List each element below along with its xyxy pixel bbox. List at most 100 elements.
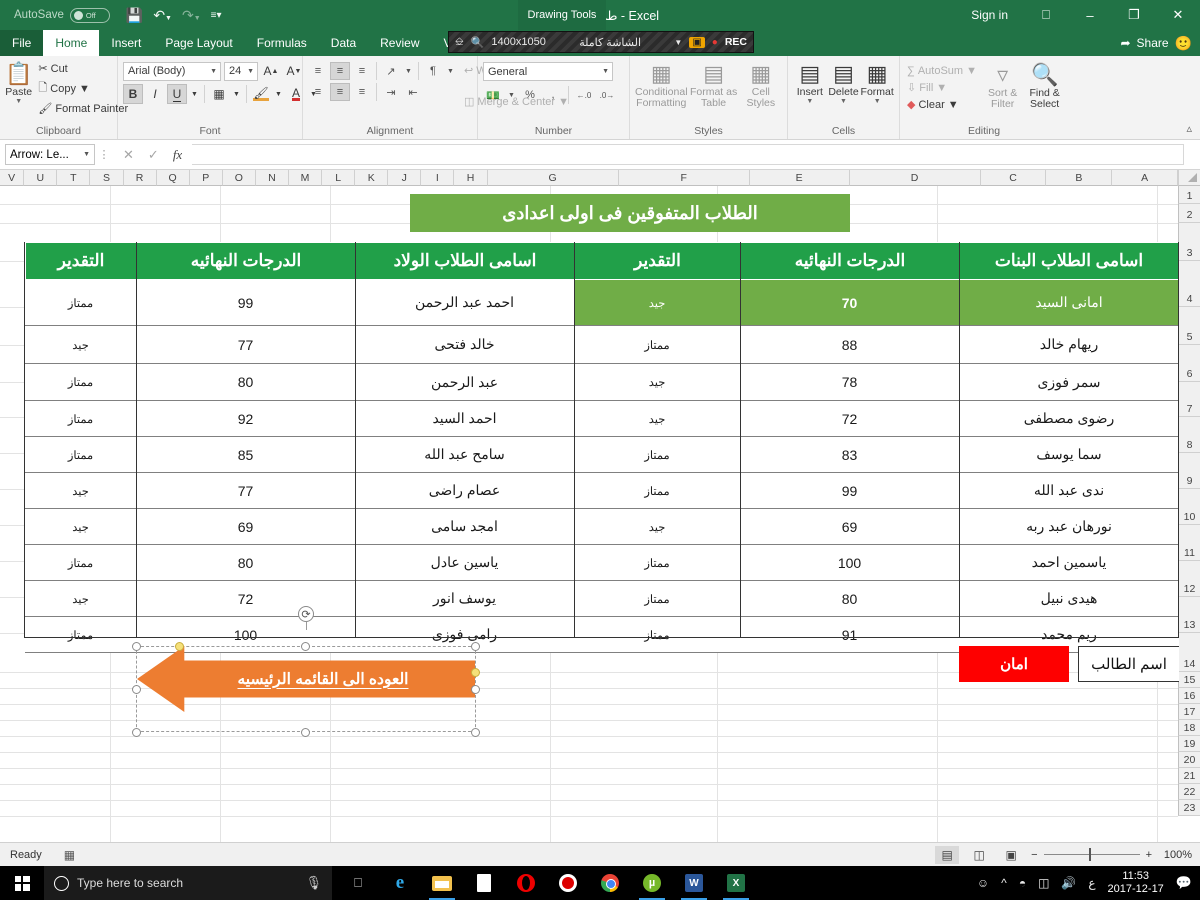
share-button[interactable]: Share [1137, 36, 1169, 50]
chevron-down-icon[interactable]: ▼ [403, 62, 414, 80]
chevron-down-icon[interactable]: ▼ [210, 68, 217, 75]
decrease-decimal-icon[interactable]: .0→ [597, 86, 617, 104]
find-select-button[interactable]: 🔍 Find & Select [1026, 62, 1063, 110]
insert-cells-button[interactable]: ▤ Insert ▼ [793, 61, 827, 106]
chevron-down-icon[interactable]: ▼ [806, 98, 813, 105]
show-hidden-icons-icon[interactable]: ^ [1001, 876, 1007, 890]
cell-boy-score-2[interactable]: 77 [136, 326, 355, 364]
action-center-icon[interactable]: 💬 [1176, 875, 1192, 891]
file-explorer-icon[interactable] [422, 866, 462, 900]
cell-boy-grade-9[interactable]: جيد [25, 581, 136, 617]
cell-girl-name-6[interactable]: ندى عبد الله [959, 473, 1179, 509]
row-header-1[interactable]: 1 [1178, 186, 1200, 204]
cell-boy-grade-3[interactable]: ممتاز [25, 364, 136, 401]
cell-girl-grade-2[interactable]: ممتاز [574, 326, 740, 364]
word-icon[interactable]: W [674, 866, 714, 900]
cell-girl-grade-8[interactable]: ممتاز [574, 545, 740, 581]
chevron-down-icon[interactable]: ▼ [874, 98, 881, 105]
row-header-2[interactable]: 2 [1178, 204, 1200, 223]
cell-boy-score-6[interactable]: 77 [136, 473, 355, 509]
fill-color-button[interactable]: 🖌 [251, 84, 271, 104]
column-header-H[interactable]: H [454, 170, 488, 186]
red-status-cell[interactable]: امان [959, 646, 1069, 682]
cell-boy-score-3[interactable]: 80 [136, 364, 355, 401]
cell-girl-grade-9[interactable]: ممتاز [574, 581, 740, 617]
header-girls-score[interactable]: الدرجات النهائيه [740, 242, 960, 280]
align-center-icon[interactable]: ≡ [330, 83, 350, 101]
chevron-down-icon[interactable]: ▼ [247, 68, 254, 75]
ribbon-display-options-icon[interactable]: ⎕ [1024, 0, 1068, 30]
row-header-14[interactable]: 14 [1178, 633, 1200, 672]
row-header-8[interactable]: 8 [1178, 417, 1200, 453]
record-macro-icon[interactable]: ▦ [64, 848, 75, 862]
align-right-icon[interactable]: ≡ [352, 83, 372, 101]
row-header-15[interactable]: 15 [1178, 672, 1200, 688]
cell-girl-score-6[interactable]: 99 [740, 473, 959, 509]
header-boys-name[interactable]: اسامى الطلاب الولاد [355, 242, 575, 280]
column-header-N[interactable]: N [255, 170, 289, 186]
column-header-G[interactable]: G [487, 170, 619, 186]
cell-girl-name-8[interactable]: ياسمين احمد [959, 545, 1179, 581]
resize-handle-bottom-center[interactable] [301, 728, 310, 737]
row-header-9[interactable]: 9 [1178, 453, 1200, 489]
align-middle-icon[interactable]: ≡ [330, 62, 350, 80]
column-header-K[interactable]: K [355, 170, 389, 186]
cell-girl-name-5[interactable]: سما يوسف [959, 437, 1179, 473]
row-header-18[interactable]: 18 [1178, 720, 1200, 736]
microphone-icon[interactable]: 🎙 [305, 875, 322, 891]
cell-girl-score-1[interactable]: 70 [740, 280, 959, 326]
autosum-button[interactable]: ∑ AutoSum ▼ [905, 64, 979, 78]
page-layout-view-icon[interactable]: ◫ [967, 846, 991, 864]
borders-icon[interactable]: ▦ [209, 84, 229, 104]
column-header-C[interactable]: C [980, 170, 1047, 186]
sort-filter-button[interactable]: ▿ Sort & Filter [985, 62, 1020, 110]
conditional-formatting-button[interactable]: ▦ Conditional Formatting [635, 61, 688, 109]
column-header-B[interactable]: B [1046, 170, 1113, 186]
cell-girl-name-9[interactable]: هيدى نبيل [959, 581, 1179, 617]
column-header-L[interactable]: L [322, 170, 356, 186]
text-orientation-icon[interactable]: ↗ [381, 62, 401, 80]
row-header-6[interactable]: 6 [1178, 345, 1200, 382]
page-break-preview-icon[interactable]: ▣ [999, 846, 1023, 864]
header-girls-name[interactable]: اسامى الطلاب البنات [959, 242, 1179, 280]
chevron-down-icon[interactable]: ▼ [840, 98, 847, 105]
row-header-7[interactable]: 7 [1178, 382, 1200, 417]
cell-girl-score-7[interactable]: 69 [740, 509, 959, 545]
cell-boy-grade-8[interactable]: ممتاز [25, 545, 136, 581]
number-format-combo[interactable]: General ▼ [483, 62, 613, 81]
tab-insert[interactable]: Insert [99, 30, 153, 56]
chevron-down-icon[interactable]: ▼ [231, 84, 242, 104]
clock[interactable]: 11:53 2017-12-17 [1108, 870, 1164, 896]
adjust-handle-arrow-head[interactable] [175, 642, 184, 651]
chevron-down-icon[interactable]: ▼ [674, 38, 682, 47]
cell-boy-grade-10[interactable]: ممتاز [25, 617, 136, 653]
cell-boy-score-9[interactable]: 72 [136, 581, 355, 617]
cell-boy-name-3[interactable]: عبد الرحمن [355, 364, 574, 401]
chevron-down-icon[interactable]: ▼ [273, 84, 284, 104]
utorrent-icon[interactable]: µ [632, 866, 672, 900]
cell-girl-grade-1[interactable]: جيد [574, 280, 740, 326]
chevron-down-icon[interactable]: ▼ [189, 84, 200, 104]
clear-button[interactable]: ◆ Clear ▼ [905, 97, 979, 112]
cell-boy-grade-5[interactable]: ممتاز [25, 437, 136, 473]
align-top-icon[interactable]: ≡ [308, 62, 328, 80]
cell-boy-name-7[interactable]: امجد سامى [355, 509, 574, 545]
chevron-down-icon[interactable]: ▼ [602, 68, 609, 75]
resize-handle-bottom-left[interactable] [132, 728, 141, 737]
resize-handle-middle-left[interactable] [132, 685, 141, 694]
chrome-icon[interactable] [590, 866, 630, 900]
student-name-label[interactable]: اسم الطالب [1078, 646, 1179, 682]
header-boys-grade[interactable]: التقدير [25, 242, 137, 280]
column-header-F[interactable]: F [618, 170, 750, 186]
row-header-4[interactable]: 4 [1178, 261, 1200, 307]
task-view-icon[interactable]: ⎕ [338, 866, 378, 900]
cell-boy-name-2[interactable]: خالد فتحى [355, 326, 574, 364]
cell-girl-score-2[interactable]: 88 [740, 326, 959, 364]
accounting-format-icon[interactable]: 💵 [483, 86, 503, 104]
edge-icon[interactable]: e [380, 866, 420, 900]
battery-icon[interactable]: ◫ [1038, 876, 1049, 890]
language-indicator[interactable]: ع [1088, 876, 1095, 890]
rec-label[interactable]: REC [725, 36, 747, 48]
cell-girl-score-9[interactable]: 80 [740, 581, 959, 617]
cell-boy-grade-7[interactable]: جيد [25, 509, 136, 545]
